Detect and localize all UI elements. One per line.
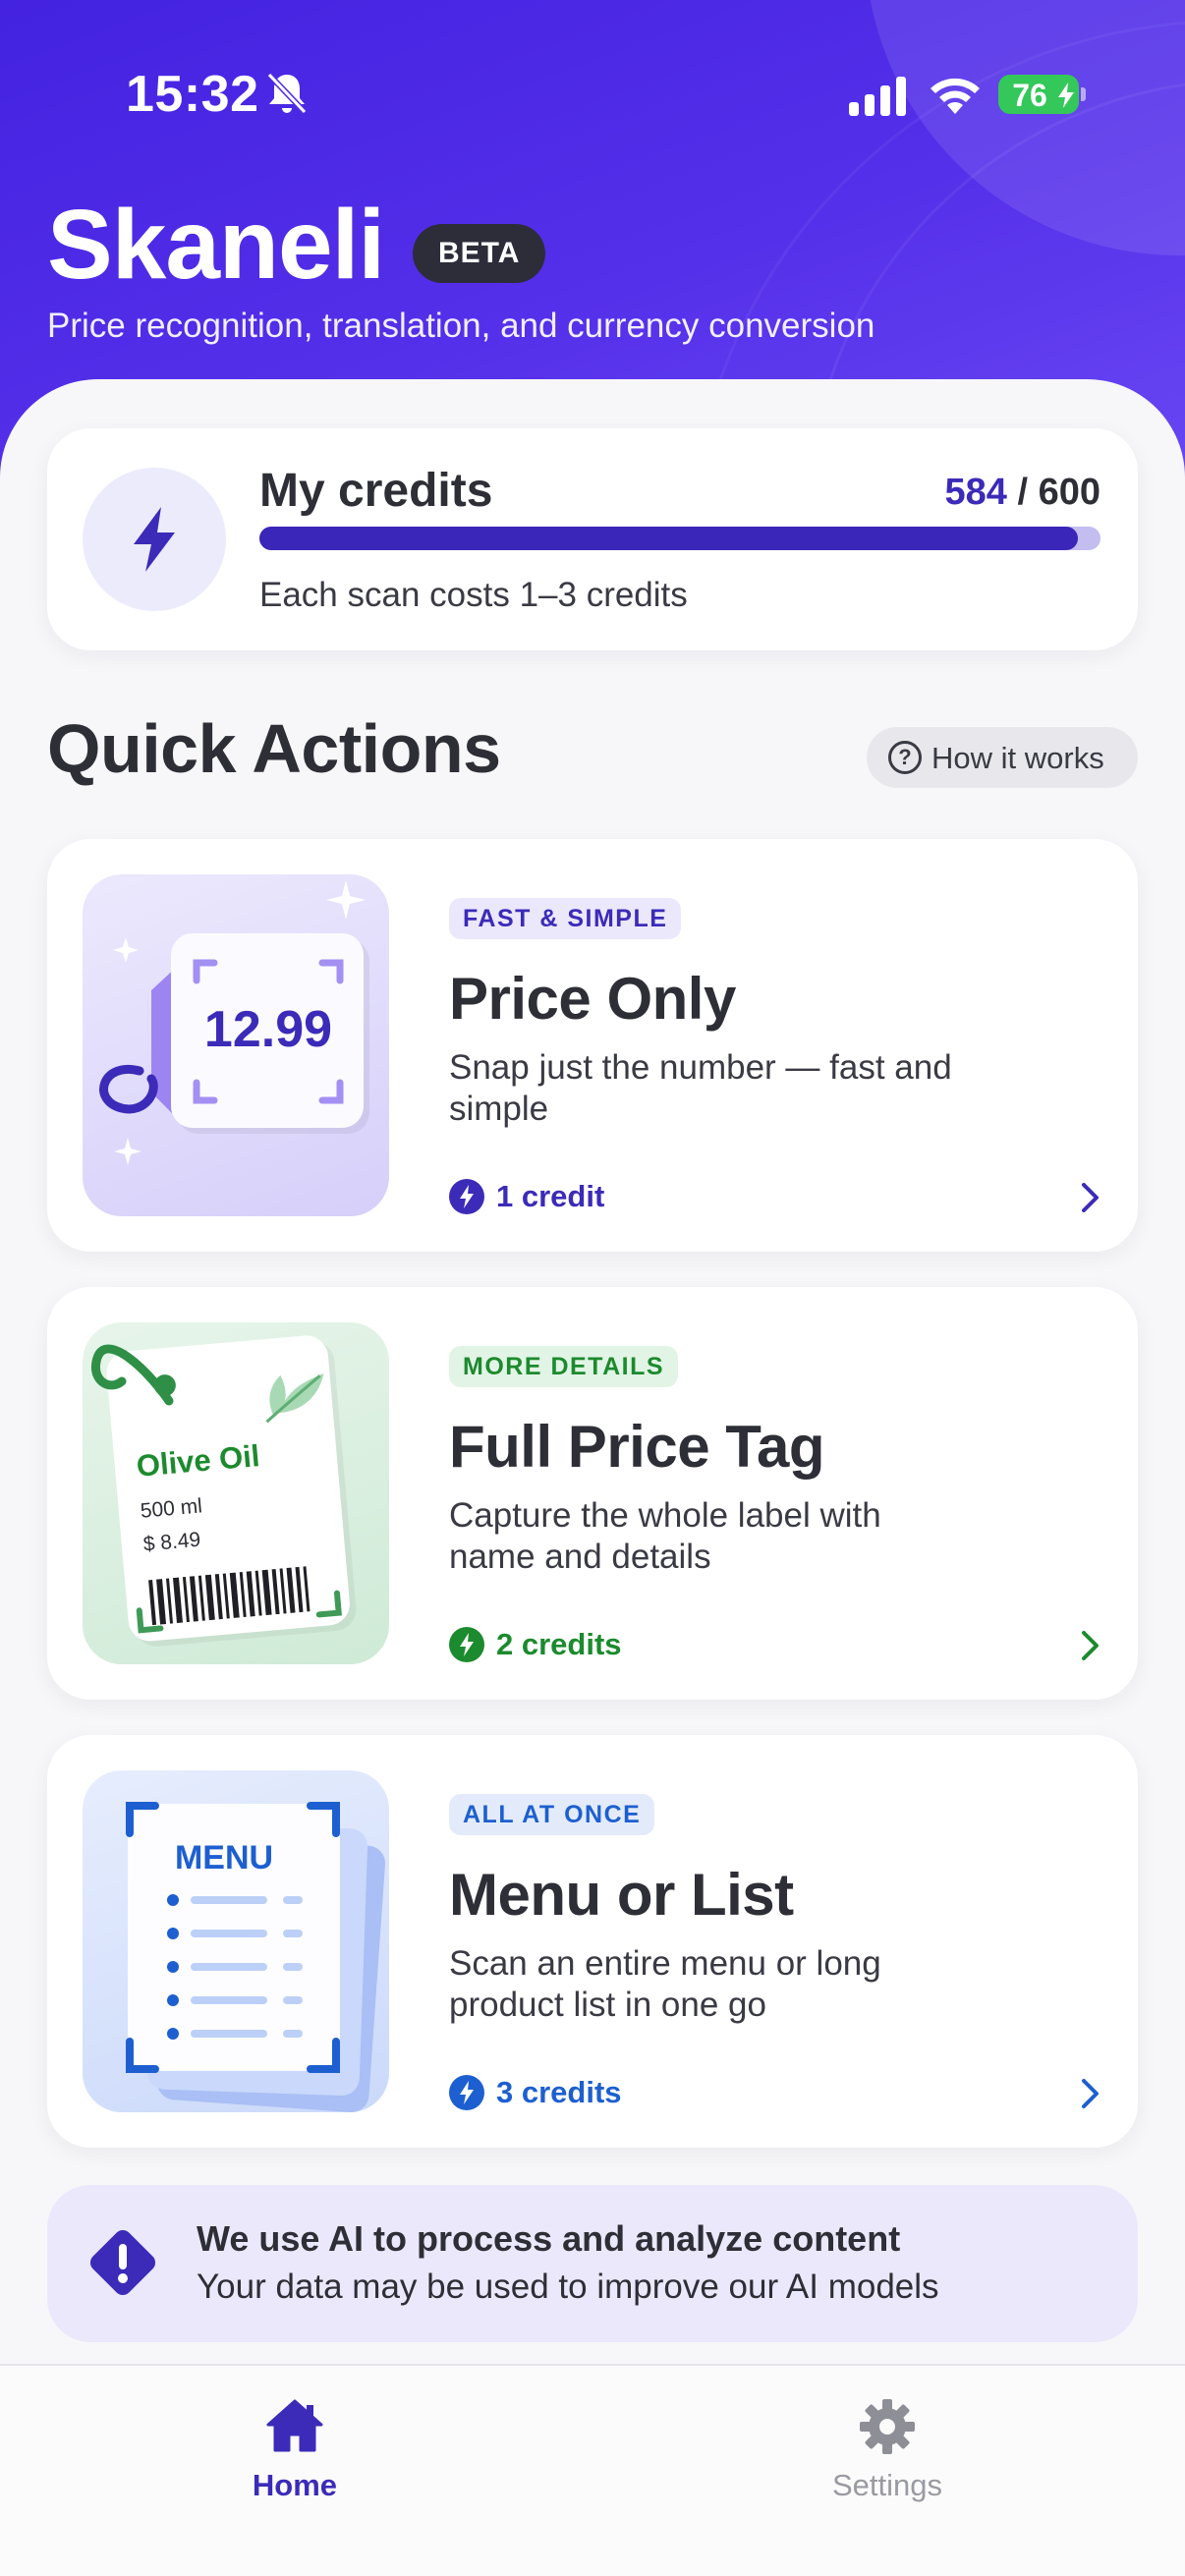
menu-heading-text: MENU: [175, 1839, 273, 1876]
price-tag-scan-icon: 12.99: [99, 880, 369, 1165]
card-tag: FAST & SIMPLE: [449, 898, 682, 939]
ai-notice-banner: We use AI to process and analyze content…: [47, 2185, 1138, 2342]
action-card-menu-or-list[interactable]: MENU ALL AT ONCE Menu or List Scan an en…: [47, 1735, 1138, 2148]
card-title: Price Only: [449, 966, 736, 1032]
tab-home-label: Home: [252, 2468, 338, 2502]
credits-progress-bar: [259, 527, 1100, 550]
section-title: Quick Actions: [47, 710, 501, 787]
bolt-icon: [449, 2075, 484, 2110]
tab-bar: Home Settings: [0, 2364, 1185, 2576]
how-it-works-button[interactable]: ? How it works: [867, 727, 1138, 788]
card-tag: ALL AT ONCE: [449, 1794, 655, 1835]
credits-bolt-badge: [83, 468, 226, 611]
bolt-icon: [449, 1179, 484, 1214]
beta-badge: BETA: [413, 224, 546, 283]
credits-count: 584 / 600: [945, 472, 1101, 514]
action-card-price-only[interactable]: 12.99 FAST & SIMPLE Price Only Snap just…: [47, 839, 1138, 1252]
warning-diamond-icon: [89, 2229, 156, 2296]
action-card-full-price-tag[interactable]: Olive Oil 500 ml $ 8.49 MORE DETAILS Ful…: [47, 1287, 1138, 1700]
bell-muted-icon: [266, 72, 308, 115]
bolt-icon: [449, 1627, 484, 1662]
battery-icon: 76: [998, 75, 1079, 114]
card-description: Capture the whole label with name and de…: [449, 1496, 881, 1576]
cost-label: 3 credits: [496, 2075, 622, 2109]
chevron-right-icon: [1082, 2079, 1099, 2108]
tab-home[interactable]: Home: [147, 2366, 442, 2513]
chevron-right-icon: [1082, 1631, 1099, 1660]
menu-document-icon: MENU: [126, 1802, 386, 2112]
help-icon: ?: [888, 741, 922, 774]
home-icon: [266, 2399, 323, 2452]
price-value-text: 12.99: [204, 1001, 332, 1058]
bolt-icon: [134, 507, 175, 572]
credits-progress-fill: [259, 527, 1078, 550]
credits-note: Each scan costs 1–3 credits: [259, 576, 688, 614]
credits-label: My credits: [259, 465, 493, 517]
card-description: Scan an entire menu or long product list…: [449, 1944, 881, 2024]
cost-label: 1 credit: [496, 1179, 605, 1213]
credits-total: 600: [1038, 472, 1100, 513]
notice-body: Your data may be used to improve our AI …: [197, 2268, 939, 2306]
price-only-illustration: 12.99: [83, 874, 389, 1216]
chevron-right-icon: [1082, 1183, 1099, 1212]
card-tag: MORE DETAILS: [449, 1346, 679, 1387]
tab-settings[interactable]: Settings: [740, 2366, 1035, 2513]
card-title: Full Price Tag: [449, 1414, 824, 1480]
app-subtitle: Price recognition, translation, and curr…: [47, 307, 875, 345]
tab-settings-label: Settings: [831, 2468, 942, 2502]
battery-cap: [1081, 87, 1086, 101]
cost-label: 2 credits: [496, 1627, 622, 1661]
signal-icon: [849, 77, 906, 116]
charging-icon: [1058, 83, 1074, 108]
app-title: Skaneli: [47, 190, 385, 300]
card-description: Snap just the number — fast and simple: [449, 1048, 952, 1128]
wifi-icon: [931, 78, 980, 114]
menu-list-illustration: MENU: [83, 1770, 389, 2112]
credits-used: 584: [944, 472, 1007, 513]
label-tag-icon: Olive Oil 500 ml $ 8.49: [90, 1335, 357, 1647]
full-price-tag-illustration: Olive Oil 500 ml $ 8.49: [83, 1322, 389, 1664]
status-bar: 15:32 76: [0, 61, 1185, 130]
status-time: 15:32: [126, 66, 259, 123]
card-title: Menu or List: [449, 1862, 794, 1928]
credits-card[interactable]: My credits 584 / 600 Each scan costs 1–3…: [47, 428, 1138, 650]
gear-icon: [860, 2399, 915, 2454]
notice-title: We use AI to process and analyze content: [197, 2218, 901, 2259]
how-it-works-label: How it works: [931, 741, 1104, 775]
credits-separator: /: [1006, 472, 1039, 513]
